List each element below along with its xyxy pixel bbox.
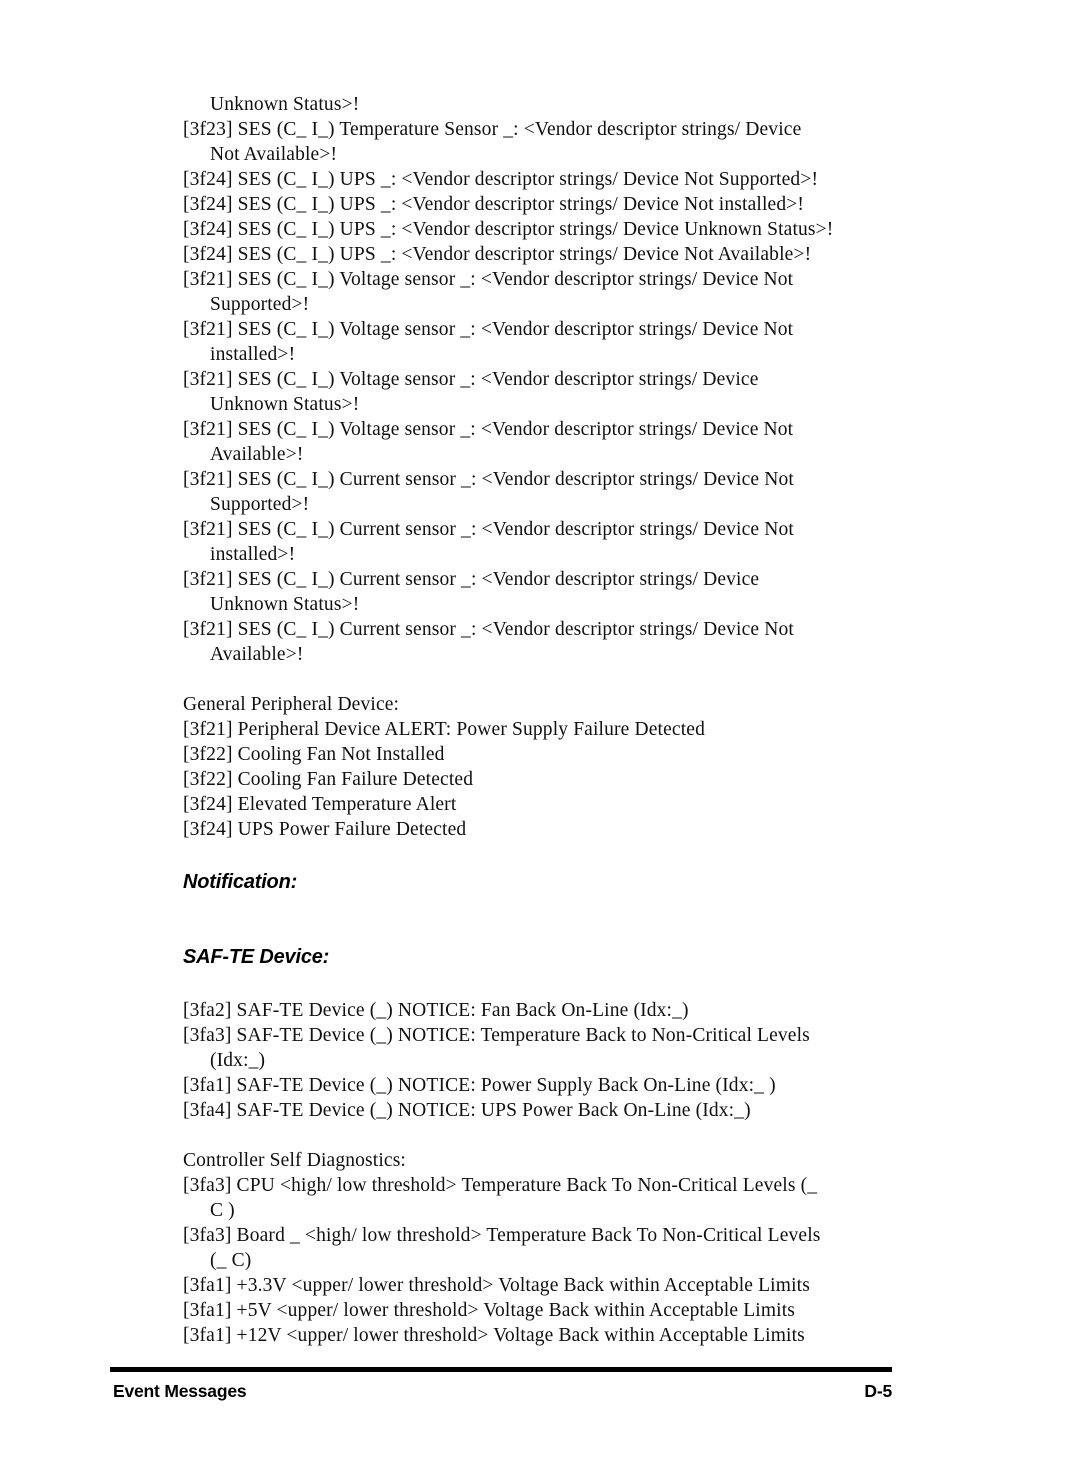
text-line: [3f21] SES (C_ I_) Voltage sensor _: <Ve…	[183, 319, 794, 340]
text-line: installed>!	[210, 344, 296, 365]
ses-event-list: Unknown Status>! [3f23] SES (C_ I_) Temp…	[183, 92, 899, 667]
text-line: [3f21] SES (C_ I_) Voltage sensor _: <Ve…	[183, 369, 759, 390]
self-diagnostics-section: Controller Self Diagnostics: [3fa3] CPU …	[183, 1148, 899, 1348]
text-line: C )	[210, 1200, 235, 1221]
section-title: Controller Self Diagnostics:	[183, 1150, 407, 1171]
text-line: installed>!	[210, 544, 296, 565]
text-line: Supported>!	[210, 294, 310, 315]
text-line: [3fa1] +5V <upper/ lower threshold> Volt…	[183, 1300, 796, 1321]
text-line: [3f22] Cooling Fan Failure Detected	[183, 769, 474, 790]
page-number: D-5	[864, 1381, 892, 1401]
text-line: [3f22] Cooling Fan Not Installed	[183, 744, 445, 765]
text-line: [3f24] SES (C_ I_) UPS _: <Vendor descri…	[183, 194, 805, 215]
text-line: Supported>!	[210, 494, 310, 515]
text-line: [3fa3] CPU <high/ low threshold> Tempera…	[183, 1175, 818, 1196]
footer-section-label: Event Messages	[113, 1381, 247, 1401]
text-line: [3f21] SES (C_ I_) Voltage sensor _: <Ve…	[183, 419, 794, 440]
text-line: Available>!	[210, 444, 304, 465]
footer-divider	[110, 1367, 892, 1372]
text-line: Not Available>!	[210, 144, 338, 165]
text-line: [3f21] SES (C_ I_) Current sensor _: <Ve…	[183, 469, 794, 490]
text-line: [3f24] SES (C_ I_) UPS _: <Vendor descri…	[183, 244, 812, 265]
section-title: General Peripheral Device:	[183, 694, 400, 715]
heading-notification: Notification:	[183, 871, 298, 893]
text-line: Unknown Status>!	[210, 394, 360, 415]
text-line: [3fa3] SAF-TE Device (_) NOTICE: Tempera…	[183, 1025, 810, 1046]
text-line: Unknown Status>!	[210, 594, 360, 615]
text-line: [3fa1] +12V <upper/ lower threshold> Vol…	[183, 1325, 805, 1346]
text-line: Unknown Status>!	[210, 94, 360, 115]
text-line: [3f21] SES (C_ I_) Current sensor _: <Ve…	[183, 619, 794, 640]
text-line: [3fa3] Board _ <high/ low threshold> Tem…	[183, 1225, 821, 1246]
text-line: [3fa1] +3.3V <upper/ lower threshold> Vo…	[183, 1275, 810, 1296]
text-line: [3f24] Elevated Temperature Alert	[183, 794, 457, 815]
text-line: [3f24] SES (C_ I_) UPS _: <Vendor descri…	[183, 169, 819, 190]
text-line: [3f24] SES (C_ I_) UPS _: <Vendor descri…	[183, 219, 834, 240]
heading-saf-te-device: SAF-TE Device:	[183, 946, 330, 968]
text-line: (Idx:_)	[210, 1050, 266, 1071]
text-line: [3f21] SES (C_ I_) Voltage sensor _: <Ve…	[183, 269, 794, 290]
text-line: [3fa2] SAF-TE Device (_) NOTICE: Fan Bac…	[183, 1000, 689, 1021]
text-line: [3f21] Peripheral Device ALERT: Power Su…	[183, 719, 705, 740]
text-line: [3fa1] SAF-TE Device (_) NOTICE: Power S…	[183, 1075, 776, 1096]
general-peripheral-section: General Peripheral Device: [3f21] Periph…	[183, 692, 899, 842]
text-line: Available>!	[210, 644, 304, 665]
manual-page: Unknown Status>! [3f23] SES (C_ I_) Temp…	[0, 0, 1080, 1476]
page-content: Unknown Status>! [3f23] SES (C_ I_) Temp…	[183, 92, 899, 1348]
text-line: [3f21] SES (C_ I_) Current sensor _: <Ve…	[183, 519, 794, 540]
text-line: [3fa4] SAF-TE Device (_) NOTICE: UPS Pow…	[183, 1100, 751, 1121]
saf-te-event-list: [3fa2] SAF-TE Device (_) NOTICE: Fan Bac…	[183, 998, 899, 1123]
text-line: [3f23] SES (C_ I_) Temperature Sensor _:…	[183, 119, 802, 140]
text-line: [3f21] SES (C_ I_) Current sensor _: <Ve…	[183, 569, 760, 590]
text-line: [3f24] UPS Power Failure Detected	[183, 819, 467, 840]
text-line: (_ C)	[210, 1250, 252, 1271]
